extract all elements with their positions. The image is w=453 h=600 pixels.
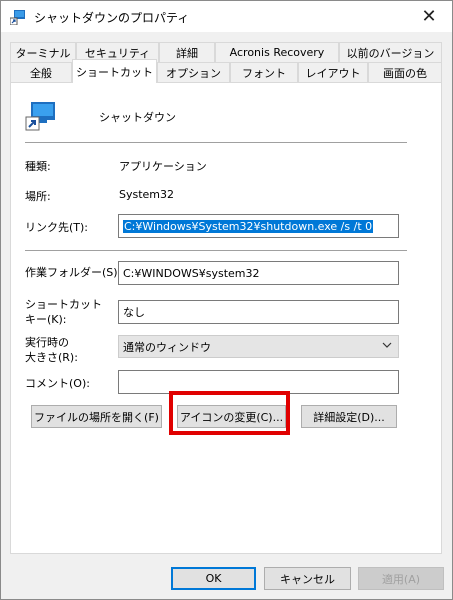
hotkey-label-line2: キー(K):	[25, 313, 67, 326]
location-label: 場所:	[25, 190, 51, 203]
tab-screen-colors[interactable]: 画面の色	[368, 62, 442, 82]
tab-details[interactable]: 詳細	[159, 42, 215, 62]
shortcut-large-icon	[25, 102, 55, 131]
window-title: シャットダウンのプロパティ	[34, 11, 190, 25]
location-value: System32	[119, 188, 175, 201]
run-label-line2: 大きさ(R):	[25, 351, 78, 364]
type-label: 種類:	[25, 160, 51, 173]
tab-previous-versions[interactable]: 以前のバージョン	[339, 42, 442, 62]
run-size-select-value: 通常のウィンドウ	[123, 340, 211, 354]
shortcut-app-icon	[10, 10, 25, 25]
divider	[25, 250, 407, 251]
close-button[interactable]: ✕	[406, 1, 452, 32]
hotkey-input-text: なし	[123, 306, 145, 319]
advanced-button[interactable]: 詳細設定(D)...	[301, 405, 397, 428]
target-input[interactable]: C:¥Windows¥System32¥shutdown.exe /s /t 0	[118, 214, 399, 238]
hotkey-label-line1: ショートカット	[25, 298, 102, 311]
open-file-location-button[interactable]: ファイルの場所を開く(F)	[31, 405, 162, 428]
tab-shortcut[interactable]: ショートカット	[72, 59, 157, 83]
target-input-text: C:¥Windows¥System32¥shutdown.exe /s /t 0	[123, 219, 374, 233]
tab-options[interactable]: オプション	[157, 62, 230, 82]
start-in-label: 作業フォルダー(S):	[25, 266, 122, 279]
comment-label: コメント(O):	[25, 377, 90, 390]
type-value: アプリケーション	[119, 160, 207, 173]
run-label-line1: 実行時の	[25, 336, 69, 349]
hotkey-input[interactable]: なし	[118, 300, 399, 324]
start-in-input-text: C:¥WINDOWS¥system32	[123, 266, 260, 280]
tab-terminal[interactable]: ターミナル	[10, 42, 76, 62]
tab-layout[interactable]: レイアウト	[298, 62, 368, 82]
shortcut-tab-panel: シャットダウン 種類: アプリケーション 場所: System32 リンク先(T…	[10, 82, 442, 554]
shortcut-name: シャットダウン	[99, 111, 176, 124]
start-in-input[interactable]: C:¥WINDOWS¥system32	[118, 261, 399, 285]
apply-button[interactable]: 適用(A)	[358, 567, 444, 590]
highlight-box	[169, 391, 290, 435]
run-size-select[interactable]: 通常のウィンドウ	[118, 335, 399, 358]
tab-font[interactable]: フォント	[230, 62, 298, 82]
tab-general[interactable]: 全般	[10, 62, 72, 82]
properties-window: シャットダウンのプロパティ ✕ ターミナル セキュリティ 詳細 Acronis …	[0, 0, 453, 600]
title-bar: シャットダウンのプロパティ ✕	[1, 1, 452, 32]
chevron-down-icon	[382, 342, 392, 348]
ok-button[interactable]: OK	[171, 567, 256, 590]
tab-acronis-recovery[interactable]: Acronis Recovery	[215, 42, 339, 62]
divider	[25, 142, 407, 143]
target-label: リンク先(T):	[25, 221, 89, 234]
cancel-button[interactable]: キャンセル	[264, 567, 351, 590]
